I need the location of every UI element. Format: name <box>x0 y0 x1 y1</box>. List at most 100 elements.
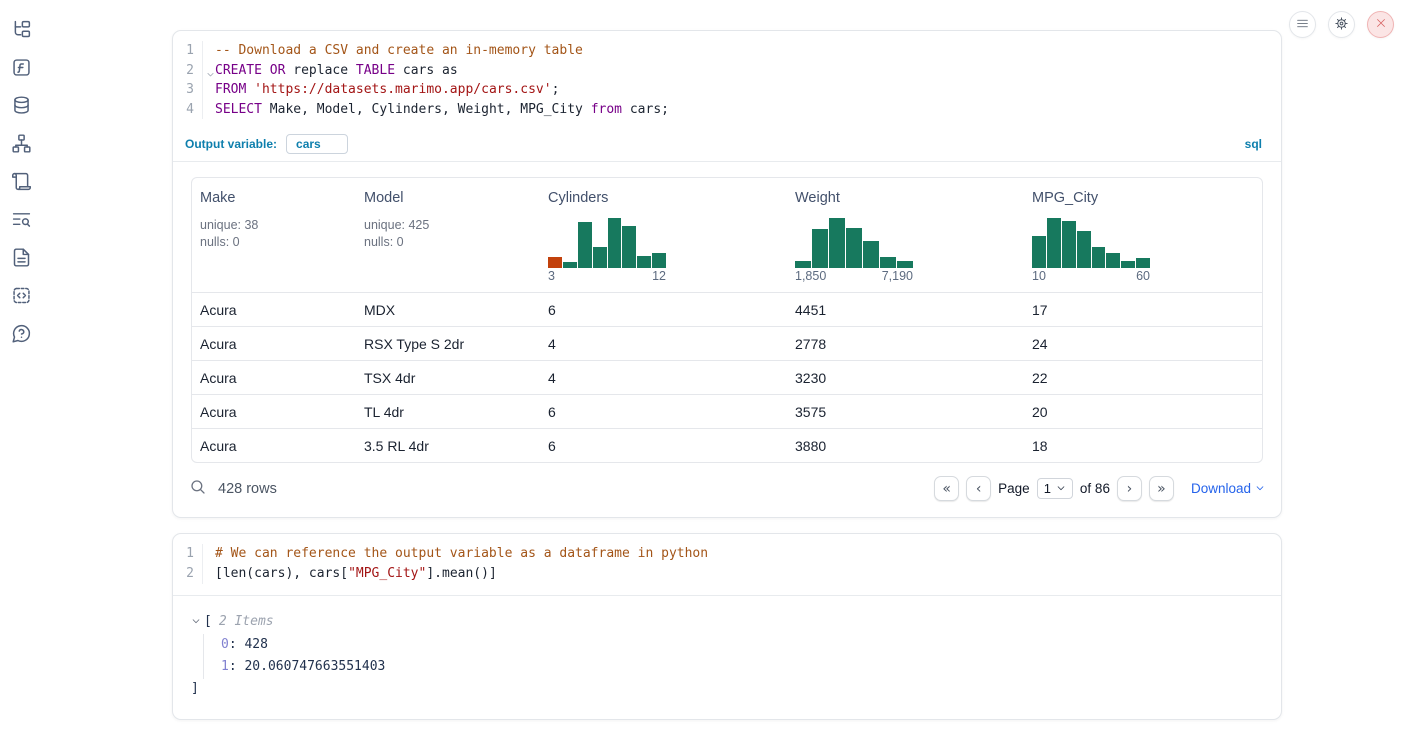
sidebar-item-logs[interactable] <box>8 208 34 234</box>
table-row[interactable]: AcuraMDX6445117 <box>192 292 1262 326</box>
window-controls <box>1289 11 1394 38</box>
data-table: Make unique: 38nulls: 0Modelunique: 425nu… <box>191 177 1263 463</box>
table-cell: 2778 <box>787 326 1024 360</box>
histogram-axis-labels: 1,8507,190 <box>795 269 913 283</box>
file-tree-icon <box>11 19 32 43</box>
table-row[interactable]: AcuraTL 4dr6357520 <box>192 394 1262 428</box>
table-cell: 4451 <box>787 292 1024 326</box>
tree-head: [ 2 Items <box>191 612 1265 632</box>
table-cell: 3230 <box>787 360 1024 394</box>
sidebar-item-variables[interactable] <box>8 56 34 82</box>
histogram-bar <box>622 226 636 268</box>
sidebar-item-help[interactable] <box>8 322 34 348</box>
output-variable-input[interactable]: cars <box>286 134 348 154</box>
histogram-bar <box>578 222 592 268</box>
table-row[interactable]: Acura3.5 RL 4dr6388018 <box>192 428 1262 462</box>
code-line[interactable]: 4SELECT Make, Model, Cylinders, Weight, … <box>173 100 1281 120</box>
histogram-bar <box>863 241 879 268</box>
line-number: 4 <box>173 100 203 120</box>
table-cell: 17 <box>1024 292 1262 326</box>
line-number: 2 <box>173 61 203 81</box>
tree-item: 1: 20.060747663551403 <box>221 656 1265 679</box>
histogram-bar <box>593 247 607 268</box>
code-line[interactable]: 2CREATE OR replace TABLE cars as <box>173 61 1281 81</box>
column-title: Make <box>200 190 348 206</box>
code-line[interactable]: 2[len(cars), cars["MPG_City"].mean()] <box>173 564 1281 584</box>
database-icon <box>11 95 32 119</box>
histogram-bar <box>829 218 845 268</box>
table-cell: Acura <box>192 428 356 462</box>
histogram-bar <box>608 218 622 268</box>
sidebar-item-dependency-graph[interactable] <box>8 132 34 158</box>
code-line[interactable]: 1-- Download a CSV and create an in-memo… <box>173 41 1281 61</box>
page-select-value: 1 <box>1044 481 1051 496</box>
python-output: [ 2 Items 0: 4281: 20.060747663551403 ] <box>173 595 1281 719</box>
code-box-icon <box>11 285 32 309</box>
settings-button[interactable] <box>1328 11 1355 38</box>
table-cell: 3.5 RL 4dr <box>356 428 540 462</box>
hamburger-icon <box>1296 17 1309 33</box>
fold-chevron-icon[interactable] <box>206 66 215 86</box>
histogram-bar <box>637 256 651 268</box>
page-select[interactable]: 1 <box>1037 478 1073 499</box>
histogram-bar <box>880 257 896 268</box>
menu-button[interactable] <box>1289 11 1316 38</box>
line-number: 2 <box>173 564 203 584</box>
table-cell: 6 <box>540 394 787 428</box>
histogram-axis-labels: 1060 <box>1032 269 1150 283</box>
sidebar-panel <box>0 18 42 348</box>
collapse-toggle[interactable] <box>191 614 201 629</box>
sql-code-editor[interactable]: 1-- Download a CSV and create an in-memo… <box>173 31 1281 130</box>
code-text: SELECT Make, Model, Cylinders, Weight, M… <box>203 100 669 120</box>
sidebar-item-scratchpad[interactable] <box>8 170 34 196</box>
search-button[interactable] <box>189 478 207 499</box>
sidebar-item-documentation[interactable] <box>8 246 34 272</box>
chevron-down-icon <box>1056 481 1066 496</box>
next-page-button[interactable]: › <box>1117 476 1142 501</box>
sidebar-item-snippets[interactable] <box>8 284 34 310</box>
code-text: # We can reference the output variable a… <box>203 544 708 564</box>
pagination: « ‹ Page 1 of 86 › » Download <box>934 476 1265 501</box>
column-stats: unique: 38nulls: 0 <box>200 217 348 251</box>
close-icon <box>1375 17 1387 32</box>
last-page-button[interactable]: » <box>1149 476 1174 501</box>
histogram-bar <box>812 229 828 268</box>
histogram-bar <box>563 262 577 269</box>
table-cell: 3575 <box>787 394 1024 428</box>
table-row[interactable]: AcuraTSX 4dr4323022 <box>192 360 1262 394</box>
download-label: Download <box>1191 481 1251 496</box>
table-cell: RSX Type S 2dr <box>356 326 540 360</box>
code-line[interactable]: 1# We can reference the output variable … <box>173 544 1281 564</box>
page-total-label: of 86 <box>1080 481 1110 496</box>
table-row[interactable]: AcuraRSX Type S 2dr4277824 <box>192 326 1262 360</box>
column-header-model[interactable]: Modelunique: 425nulls: 0 <box>356 178 540 292</box>
sidebar-item-data-sources[interactable] <box>8 94 34 120</box>
shutdown-button[interactable] <box>1367 11 1394 38</box>
table-cell: Acura <box>192 292 356 326</box>
column-histogram: 312 <box>548 218 666 283</box>
histogram-bar <box>1062 221 1076 269</box>
column-title: Model <box>364 190 532 206</box>
text-search-icon <box>11 209 32 233</box>
column-header-make[interactable]: Make unique: 38nulls: 0 <box>192 178 356 292</box>
language-badge: sql <box>1245 137 1267 151</box>
code-line[interactable]: 3FROM 'https://datasets.marimo.app/cars.… <box>173 80 1281 100</box>
column-header-weight[interactable]: Weight 1,8507,190 <box>787 178 1024 292</box>
first-page-button[interactable]: « <box>934 476 959 501</box>
items-count-label: 2 Items <box>219 612 274 632</box>
tree-item-value: : 20.060747663551403 <box>229 659 386 674</box>
column-header-cylinders[interactable]: Cylinders 312 <box>540 178 787 292</box>
histogram-bar <box>1106 253 1120 268</box>
code-text: FROM 'https://datasets.marimo.app/cars.c… <box>203 80 559 100</box>
column-title: Weight <box>795 190 1016 206</box>
sidebar-item-file-explorer[interactable] <box>8 18 34 44</box>
download-button[interactable]: Download <box>1191 481 1265 496</box>
previous-page-button[interactable]: ‹ <box>966 476 991 501</box>
python-code-editor[interactable]: 1# We can reference the output variable … <box>173 534 1281 594</box>
notebook-area: 1-- Download a CSV and create an in-memo… <box>172 30 1282 720</box>
column-header-mpg_city[interactable]: MPG_City1060 <box>1024 178 1262 292</box>
column-title: Cylinders <box>548 190 779 206</box>
python-cell: 1# We can reference the output variable … <box>172 533 1282 719</box>
gear-icon <box>1334 16 1349 34</box>
table-header-row: Make unique: 38nulls: 0Modelunique: 425nu… <box>192 178 1262 292</box>
